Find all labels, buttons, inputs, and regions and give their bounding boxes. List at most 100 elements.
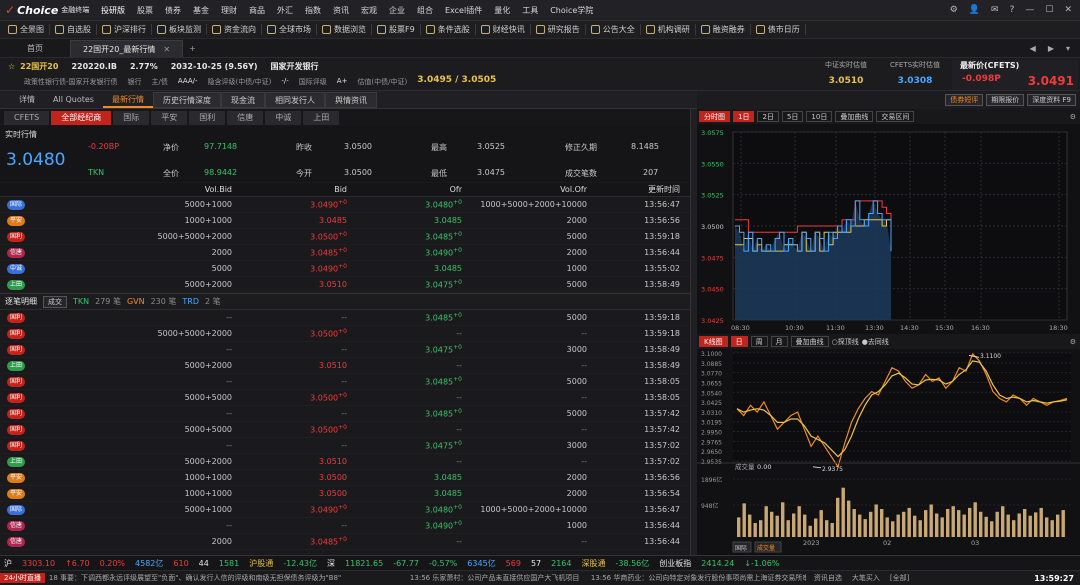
deal-filter-button[interactable]: 成交 bbox=[43, 295, 67, 308]
star-icon[interactable]: ☆ bbox=[8, 62, 15, 71]
table-row[interactable]: 中诚 5000 3.0490+0 3.0485 1000 13:55:02 bbox=[0, 261, 690, 277]
term-quote-button[interactable]: 期限报价 bbox=[986, 94, 1025, 106]
broker-tab-cfets[interactable]: CFETS bbox=[4, 110, 50, 125]
bond-review-button[interactable]: 债券短评 bbox=[945, 94, 984, 106]
news-item[interactable]: [全部] bbox=[890, 573, 909, 583]
menu-item[interactable]: 企业 bbox=[383, 5, 411, 16]
period-10d[interactable]: 10日 bbox=[806, 111, 833, 122]
table-row[interactable]: 上田 5000+2000 3.0510 -- -- 13:57:02 bbox=[0, 454, 690, 470]
broker-tab[interactable]: 信唐 bbox=[227, 110, 264, 125]
toolbar-item[interactable]: 股票F9 bbox=[372, 24, 421, 35]
table-row[interactable]: 国利 5000+5000+2000 3.0500+0 3.0485+0 5000 13:5… bbox=[0, 229, 690, 245]
period-week[interactable]: 周 bbox=[750, 336, 768, 347]
deep-data-button[interactable]: 深度资料 F9 bbox=[1027, 94, 1076, 106]
back-icon[interactable]: ◀ bbox=[1030, 44, 1036, 53]
table-row[interactable]: 国利 -- -- 3.0485+0 5000 13:58:05 bbox=[0, 374, 690, 390]
table-row[interactable]: 国利 5000+5000 3.0500+0 -- -- 13:57:42 bbox=[0, 422, 690, 438]
toolbar-item[interactable]: 融资融券 bbox=[696, 24, 751, 35]
toolbar-item[interactable]: 全球市场 bbox=[262, 24, 317, 35]
tab-same-issuer[interactable]: 相同发行人 bbox=[264, 91, 325, 108]
tab-home[interactable]: 首页 bbox=[0, 40, 70, 57]
menu-edition[interactable]: 投研版 bbox=[95, 5, 131, 16]
toolbar-item[interactable]: 沪深排行 bbox=[97, 24, 152, 35]
table-row[interactable]: 国际 5000+1000 3.0490+0 3.0480+0 1000+5000+200… bbox=[0, 197, 690, 213]
toolbar-item[interactable]: 资金流向 bbox=[207, 24, 262, 35]
menu-item[interactable]: 商品 bbox=[243, 5, 271, 16]
table-row[interactable]: 国利 5000+5000 3.0500+0 -- -- 13:58:05 bbox=[0, 390, 690, 406]
kline-settings-icon[interactable]: ⚙ bbox=[1070, 338, 1076, 346]
period-1d[interactable]: 1日 bbox=[733, 111, 755, 122]
tab-cashflow[interactable]: 现金流 bbox=[220, 91, 265, 108]
toolbar-item[interactable]: 债市日历 bbox=[751, 24, 806, 35]
news-item[interactable]: 资讯自选 bbox=[814, 573, 842, 583]
forward-icon[interactable]: ▶ bbox=[1048, 44, 1054, 53]
kline-option[interactable]: ●去同线 bbox=[862, 337, 889, 347]
tab-sentiment[interactable]: 舆情资讯 bbox=[324, 91, 377, 108]
tab-list-icon[interactable]: ▾ bbox=[1066, 44, 1070, 53]
table-row[interactable]: 上田 5000+2000 3.0510 3.0475+0 5000 13:58:49 bbox=[0, 277, 690, 293]
table-row[interactable]: 国利 -- -- 3.0485+0 5000 13:59:18 bbox=[0, 310, 690, 326]
add-tab-icon[interactable]: + bbox=[183, 40, 202, 57]
maximize-icon[interactable]: ☐ bbox=[1045, 5, 1053, 15]
kline-title-tab[interactable]: K线图 bbox=[699, 336, 728, 347]
tab-latest-quote[interactable]: 最新行情 bbox=[102, 92, 153, 108]
table-row[interactable]: 国利 -- -- 3.0475+0 3000 13:58:49 bbox=[0, 342, 690, 358]
broker-tab-all[interactable]: 全部经纪商 bbox=[51, 110, 112, 125]
news-item[interactable]: 18 事要：下调西都永远评级展望至"负面"、确认发行人信的评级和南级无担保债务评… bbox=[49, 573, 404, 583]
table-row[interactable]: 平安 1000+1000 3.0500 3.0485 2000 13:56:56 bbox=[0, 470, 690, 486]
menu-item[interactable]: 基金 bbox=[187, 5, 215, 16]
table-row[interactable]: 上田 5000+2000 3.0510 -- -- 13:58:49 bbox=[0, 358, 690, 374]
menu-item[interactable]: 理财 bbox=[215, 5, 243, 16]
broker-tab[interactable]: 上田 bbox=[303, 110, 340, 125]
table-row[interactable]: 国利 -- -- 3.0475+0 3000 13:57:02 bbox=[0, 438, 690, 454]
menu-item[interactable]: Excel插件 bbox=[439, 5, 488, 16]
table-row[interactable]: 国利 5000+5000+2000 3.0500+0 -- -- 13:59:18 bbox=[0, 326, 690, 342]
broker-tab[interactable]: 平安 bbox=[151, 110, 188, 125]
toolbar-item[interactable]: 自选股 bbox=[50, 24, 97, 35]
toolbar-item[interactable]: 全景图 bbox=[3, 24, 50, 35]
period-5d[interactable]: 5日 bbox=[781, 111, 804, 122]
menu-item[interactable]: 宏观 bbox=[355, 5, 383, 16]
mail-icon[interactable]: ✉ bbox=[991, 5, 999, 15]
menu-item[interactable]: 股票 bbox=[131, 5, 159, 16]
user-icon[interactable]: 👤 bbox=[969, 5, 980, 15]
tab-history-depth[interactable]: 历史行情深度 bbox=[152, 91, 221, 108]
toolbar-item[interactable]: 研究报告 bbox=[531, 24, 586, 35]
toolbar-item[interactable]: 条件选股 bbox=[421, 24, 476, 35]
menu-item[interactable]: 组合 bbox=[411, 5, 439, 16]
table-row[interactable]: 平安 1000+1000 3.0485 3.0485 2000 13:56:56 bbox=[0, 213, 690, 229]
intraday-title-tab[interactable]: 分时图 bbox=[699, 111, 730, 122]
period-month[interactable]: 月 bbox=[770, 336, 788, 347]
menu-item[interactable]: 资讯 bbox=[327, 5, 355, 16]
help-icon[interactable]: ? bbox=[1010, 5, 1015, 15]
news-item[interactable]: 13:56 华商药业：公司向特定对象发行股份事项尚需上海证券交易所审核 bbox=[591, 573, 806, 583]
table-row[interactable]: 平安 1000+1000 3.0500 3.0485 2000 13:56:54 bbox=[0, 486, 690, 502]
period-2d[interactable]: 2日 bbox=[757, 111, 779, 122]
tab-detail[interactable]: 详情 bbox=[10, 92, 44, 108]
news-item[interactable]: 13:56 乐家萧村：公司产品未直接供应国产大飞机项目 bbox=[410, 573, 585, 583]
close-icon[interactable]: ✕ bbox=[1064, 5, 1072, 15]
toolbar-item[interactable]: 公告大全 bbox=[586, 24, 641, 35]
table-row[interactable]: 信唐 2000 3.0485+0 3.0490+0 2000 13:56:44 bbox=[0, 245, 690, 261]
tab-active[interactable]: 22国开20_最新行情 ✕ bbox=[70, 40, 184, 57]
broker-tab[interactable]: 中诚 bbox=[265, 110, 302, 125]
period-day[interactable]: 日 bbox=[730, 336, 748, 347]
overlay-select[interactable]: 叠加曲线 bbox=[835, 111, 874, 122]
broker-tab[interactable]: 国际 bbox=[113, 110, 150, 125]
table-row[interactable]: 信唐 2000 3.0485+0 -- -- 13:56:44 bbox=[0, 534, 690, 550]
news-item[interactable]: 大笔买入 bbox=[852, 573, 880, 583]
menu-item[interactable]: 债券 bbox=[159, 5, 187, 16]
menu-item[interactable]: 外汇 bbox=[271, 5, 299, 16]
toolbar-item[interactable]: 机构调研 bbox=[641, 24, 696, 35]
chart-settings-icon[interactable]: ⚙ bbox=[1070, 113, 1076, 121]
broker-tab[interactable]: 国利 bbox=[189, 110, 226, 125]
settings-icon[interactable]: ⚙ bbox=[950, 5, 958, 15]
menu-item[interactable]: 工具 bbox=[516, 5, 544, 16]
table-row[interactable]: 信唐 -- -- 3.0490+0 1000 13:56:44 bbox=[0, 518, 690, 534]
table-row[interactable]: 国际 5000+1000 3.0490+0 3.0480+0 1000+5000+200… bbox=[0, 502, 690, 518]
table-row[interactable]: 国利 -- -- 3.0485+0 5000 13:57:42 bbox=[0, 406, 690, 422]
toolbar-item[interactable]: 财经快讯 bbox=[476, 24, 531, 35]
kline-option[interactable]: ○探顶线 bbox=[832, 337, 859, 347]
menu-item[interactable]: Choice学院 bbox=[544, 5, 599, 16]
trade-range-select[interactable]: 交易区间 bbox=[876, 111, 915, 122]
